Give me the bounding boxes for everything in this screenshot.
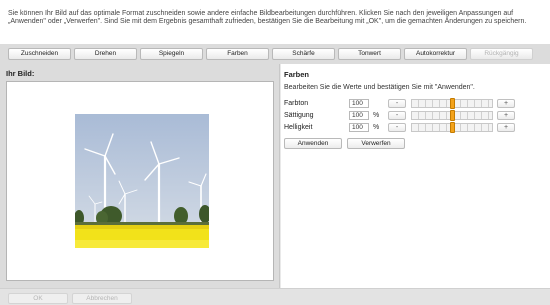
hue-decrease-button[interactable]: - bbox=[388, 99, 406, 108]
hue-input[interactable]: 100 bbox=[349, 99, 369, 108]
brightness-label: Helligkeit bbox=[284, 124, 313, 131]
brightness-unit: % bbox=[373, 124, 380, 131]
saturation-input[interactable]: 100 bbox=[349, 111, 369, 120]
cancel-button[interactable]: Abbrechen bbox=[72, 293, 132, 304]
image-preview-frame bbox=[6, 81, 274, 281]
hue-slider[interactable] bbox=[411, 98, 493, 109]
rotate-button[interactable]: Drehen bbox=[74, 48, 137, 60]
colors-button[interactable]: Farben bbox=[206, 48, 269, 60]
colors-instruction: Bearbeiten Sie die Werte und bestätigen … bbox=[284, 84, 475, 91]
hue-slider-thumb[interactable] bbox=[450, 98, 455, 109]
undo-button[interactable]: Rückgängig bbox=[470, 48, 533, 60]
edit-toolbar: Zuschneiden Drehen Spiegeln Farben Schär… bbox=[0, 44, 550, 64]
apply-button[interactable]: Anwenden bbox=[284, 138, 342, 149]
mirror-button[interactable]: Spiegeln bbox=[140, 48, 203, 60]
dialog-footer: OK Abbrechen bbox=[0, 288, 550, 305]
intro-text: Sie können Ihr Bild auf das optimale For… bbox=[0, 0, 550, 44]
sharpness-button[interactable]: Schärfe bbox=[272, 48, 335, 60]
colors-panel: Farben Bearbeiten Sie die Werte und best… bbox=[281, 64, 550, 288]
colors-panel-title: Farben bbox=[284, 70, 310, 79]
saturation-decrease-button[interactable]: - bbox=[388, 111, 406, 120]
image-panel-title: Ihr Bild: bbox=[6, 69, 35, 78]
brightness-decrease-button[interactable]: - bbox=[388, 123, 406, 132]
tone-button[interactable]: Tonwert bbox=[338, 48, 401, 60]
autocorrect-button[interactable]: Autokorrektur bbox=[404, 48, 467, 60]
wind-turbine-photo bbox=[75, 114, 209, 248]
brightness-slider[interactable] bbox=[411, 122, 493, 133]
saturation-slider-thumb[interactable] bbox=[450, 110, 455, 121]
saturation-label: Sättigung bbox=[284, 112, 314, 119]
brightness-increase-button[interactable]: + bbox=[497, 123, 515, 132]
crop-button[interactable]: Zuschneiden bbox=[8, 48, 71, 60]
brightness-slider-thumb[interactable] bbox=[450, 122, 455, 133]
brightness-input[interactable]: 100 bbox=[349, 123, 369, 132]
discard-button[interactable]: Verwerfen bbox=[347, 138, 405, 149]
ok-button[interactable]: OK bbox=[8, 293, 68, 304]
saturation-unit: % bbox=[373, 112, 380, 119]
image-panel: Ihr Bild: bbox=[0, 64, 280, 288]
hue-label: Farbton bbox=[284, 100, 309, 107]
saturation-slider[interactable] bbox=[411, 110, 493, 121]
hue-increase-button[interactable]: + bbox=[497, 99, 515, 108]
saturation-increase-button[interactable]: + bbox=[497, 111, 515, 120]
